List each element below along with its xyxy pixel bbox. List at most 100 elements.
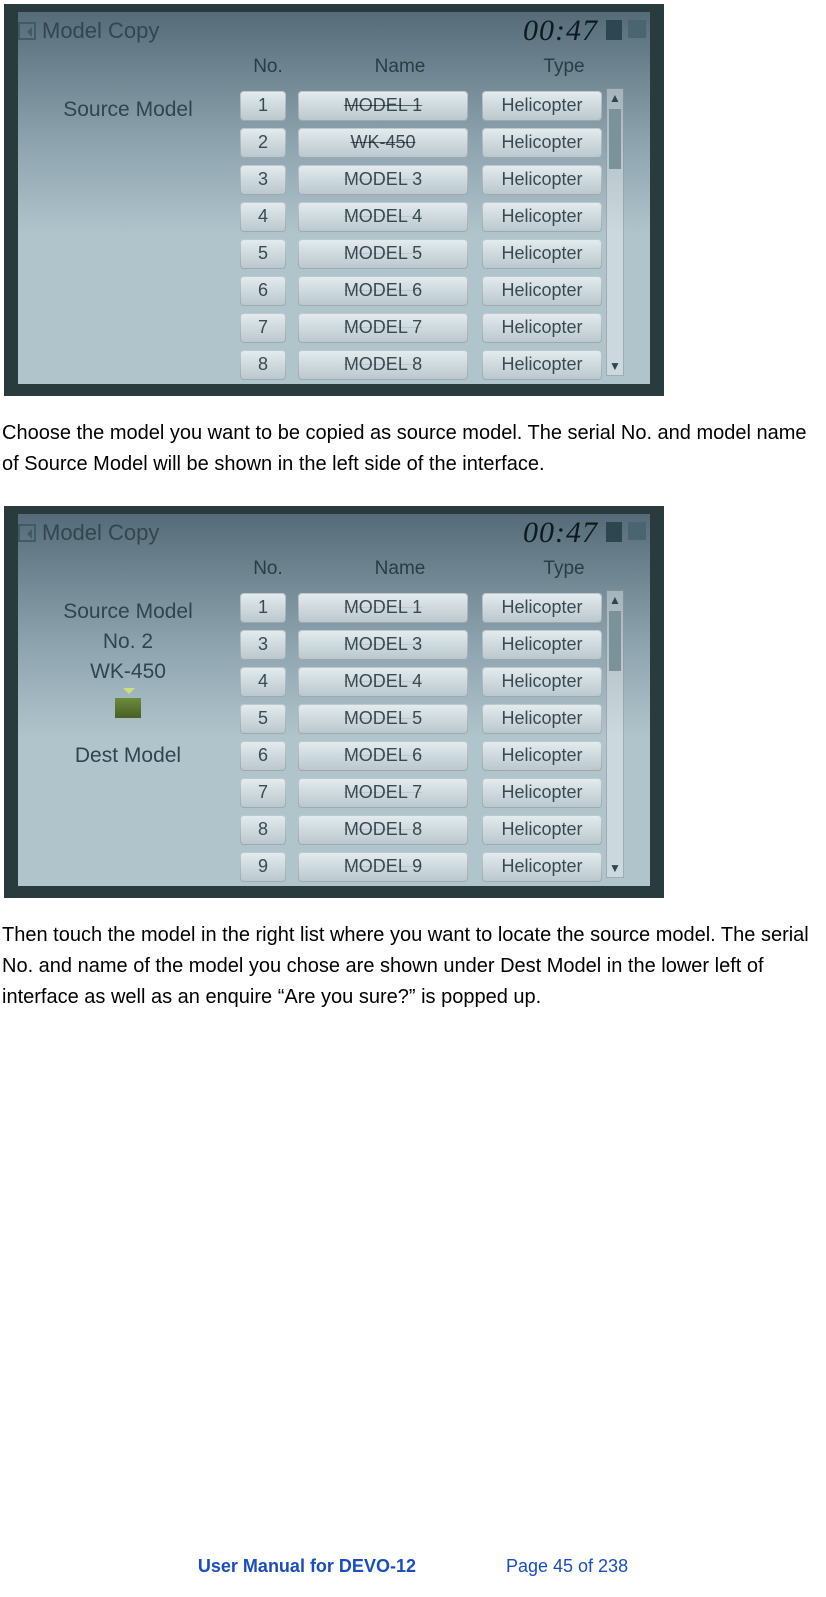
scroll-thumb[interactable] bbox=[609, 109, 621, 169]
col-header-type: Type bbox=[504, 558, 624, 588]
scrollbar[interactable]: ▲ ▼ bbox=[606, 590, 624, 878]
table-row[interactable]: 5 MODEL 5 Helicopter bbox=[240, 236, 602, 271]
scrollbar[interactable]: ▲ ▼ bbox=[606, 88, 624, 376]
cell-name: MODEL 6 bbox=[298, 276, 468, 306]
battery-icon bbox=[606, 522, 622, 542]
model-table: No. Name Type 1MODEL 1Helicopter3MODEL 3… bbox=[240, 558, 624, 882]
cell-name: MODEL 3 bbox=[298, 165, 468, 195]
cell-no: 8 bbox=[240, 350, 286, 380]
screen-topbar: Model Copy 00:47 bbox=[18, 516, 650, 556]
page-footer: User Manual for DEVO-12 Page 45 of 238 bbox=[0, 1556, 826, 1577]
cell-type: Helicopter bbox=[482, 276, 602, 306]
table-row[interactable]: 6 MODEL 6 Helicopter bbox=[240, 738, 602, 773]
cell-type: Helicopter bbox=[482, 630, 602, 660]
screenshot-2: Model Copy 00:47 Source Model No. 2 WK-4… bbox=[4, 506, 664, 898]
cell-name: MODEL 7 bbox=[298, 313, 468, 343]
col-header-no: No. bbox=[240, 56, 296, 86]
cell-type: Helicopter bbox=[482, 313, 602, 343]
scroll-up-icon[interactable]: ▲ bbox=[607, 89, 623, 107]
scroll-down-icon[interactable]: ▼ bbox=[607, 859, 623, 877]
cell-no: 5 bbox=[240, 704, 286, 734]
table-row[interactable]: 8 MODEL 8 Helicopter bbox=[240, 812, 602, 847]
back-icon[interactable] bbox=[18, 22, 36, 40]
cell-no: 4 bbox=[240, 202, 286, 232]
source-model-name: WK-450 bbox=[18, 660, 238, 684]
cell-name: MODEL 6 bbox=[298, 741, 468, 771]
cell-name: MODEL 5 bbox=[298, 239, 468, 269]
cell-type: Helicopter bbox=[482, 815, 602, 845]
cell-no: 9 bbox=[240, 852, 286, 882]
cell-no: 7 bbox=[240, 313, 286, 343]
cell-no: 8 bbox=[240, 815, 286, 845]
table-row[interactable]: 6 MODEL 6 Helicopter bbox=[240, 273, 602, 308]
source-model-label: Source Model bbox=[18, 98, 238, 122]
clock-text: 00:47 bbox=[523, 516, 598, 550]
paragraph-1: Choose the model you want to be copied a… bbox=[2, 418, 822, 480]
cell-type: Helicopter bbox=[482, 704, 602, 734]
back-icon[interactable] bbox=[18, 524, 36, 542]
col-header-name: Name bbox=[296, 56, 504, 86]
cell-name: MODEL 8 bbox=[298, 350, 468, 380]
screen-title: Model Copy bbox=[42, 18, 159, 44]
table-row[interactable]: 9 MODEL 9 Helicopter bbox=[240, 849, 602, 884]
dest-model-label: Dest Model bbox=[18, 744, 238, 768]
cell-name: MODEL 5 bbox=[298, 704, 468, 734]
cell-type: Helicopter bbox=[482, 165, 602, 195]
side-panel: Source Model bbox=[18, 92, 238, 122]
table-row[interactable]: 5 MODEL 5 Helicopter bbox=[240, 701, 602, 736]
cell-no: 7 bbox=[240, 778, 286, 808]
cell-no: 5 bbox=[240, 239, 286, 269]
cell-name: MODEL 8 bbox=[298, 815, 468, 845]
col-header-name: Name bbox=[296, 558, 504, 588]
cell-type: Helicopter bbox=[482, 350, 602, 380]
cell-name: MODEL 1 bbox=[298, 593, 468, 623]
cell-no: 3 bbox=[240, 165, 286, 195]
table-row[interactable]: 7 MODEL 7 Helicopter bbox=[240, 310, 602, 345]
scroll-up-icon[interactable]: ▲ bbox=[607, 591, 623, 609]
col-header-no: No. bbox=[240, 558, 296, 588]
scroll-down-icon[interactable]: ▼ bbox=[607, 357, 623, 375]
status-icon bbox=[628, 20, 646, 38]
cell-name: MODEL 9 bbox=[298, 852, 468, 882]
screen-title: Model Copy bbox=[42, 520, 159, 546]
paragraph-2: Then touch the model in the right list w… bbox=[2, 920, 822, 1013]
cell-type: Helicopter bbox=[482, 128, 602, 158]
table-row[interactable]: 1 MODEL 1 Helicopter bbox=[240, 88, 602, 123]
table-row[interactable]: 7 MODEL 7 Helicopter bbox=[240, 775, 602, 810]
cell-type: Helicopter bbox=[482, 667, 602, 697]
table-row[interactable]: 4 MODEL 4 Helicopter bbox=[240, 199, 602, 234]
scroll-thumb[interactable] bbox=[609, 611, 621, 671]
cell-name: WK-450 bbox=[298, 128, 468, 158]
cell-type: Helicopter bbox=[482, 741, 602, 771]
model-table: No. Name Type 1MODEL 1Helicopter2WK-450H… bbox=[240, 56, 624, 380]
screen-topbar: Model Copy 00:47 bbox=[18, 14, 650, 54]
source-model-no: No. 2 bbox=[18, 630, 238, 654]
screenshot-1: Model Copy 00:47 Source Model No. Name T… bbox=[4, 4, 664, 396]
table-row[interactable]: 3MODEL 3Helicopter bbox=[240, 627, 602, 662]
cell-name: MODEL 7 bbox=[298, 778, 468, 808]
source-model-label: Source Model bbox=[18, 600, 238, 624]
cell-type: Helicopter bbox=[482, 852, 602, 882]
cell-type: Helicopter bbox=[482, 239, 602, 269]
cell-no: 1 bbox=[240, 593, 286, 623]
cell-type: Helicopter bbox=[482, 778, 602, 808]
cell-no: 6 bbox=[240, 276, 286, 306]
table-row[interactable]: 3 MODEL 3 Helicopter bbox=[240, 162, 602, 197]
cell-type: Helicopter bbox=[482, 91, 602, 121]
footer-title: User Manual for DEVO-12 bbox=[198, 1556, 416, 1577]
table-row[interactable]: 1 MODEL 1 Helicopter bbox=[240, 590, 602, 625]
status-icon bbox=[628, 522, 646, 540]
cell-name: MODEL 1 bbox=[298, 91, 468, 121]
cell-no: 4 bbox=[240, 667, 286, 697]
cell-no: 1 bbox=[240, 91, 286, 121]
cell-type: Helicopter bbox=[482, 593, 602, 623]
cell-type: Helicopter bbox=[482, 202, 602, 232]
table-row[interactable]: 2WK-450Helicopter bbox=[240, 125, 602, 160]
cell-no: 6 bbox=[240, 741, 286, 771]
cell-name: MODEL 4 bbox=[298, 202, 468, 232]
cell-no: 3 bbox=[240, 630, 286, 660]
table-row[interactable]: 4 MODEL 4 Helicopter bbox=[240, 664, 602, 699]
cell-name: MODEL 4 bbox=[298, 667, 468, 697]
table-row[interactable]: 8 MODEL 8 Helicopter bbox=[240, 347, 602, 382]
col-header-type: Type bbox=[504, 56, 624, 86]
